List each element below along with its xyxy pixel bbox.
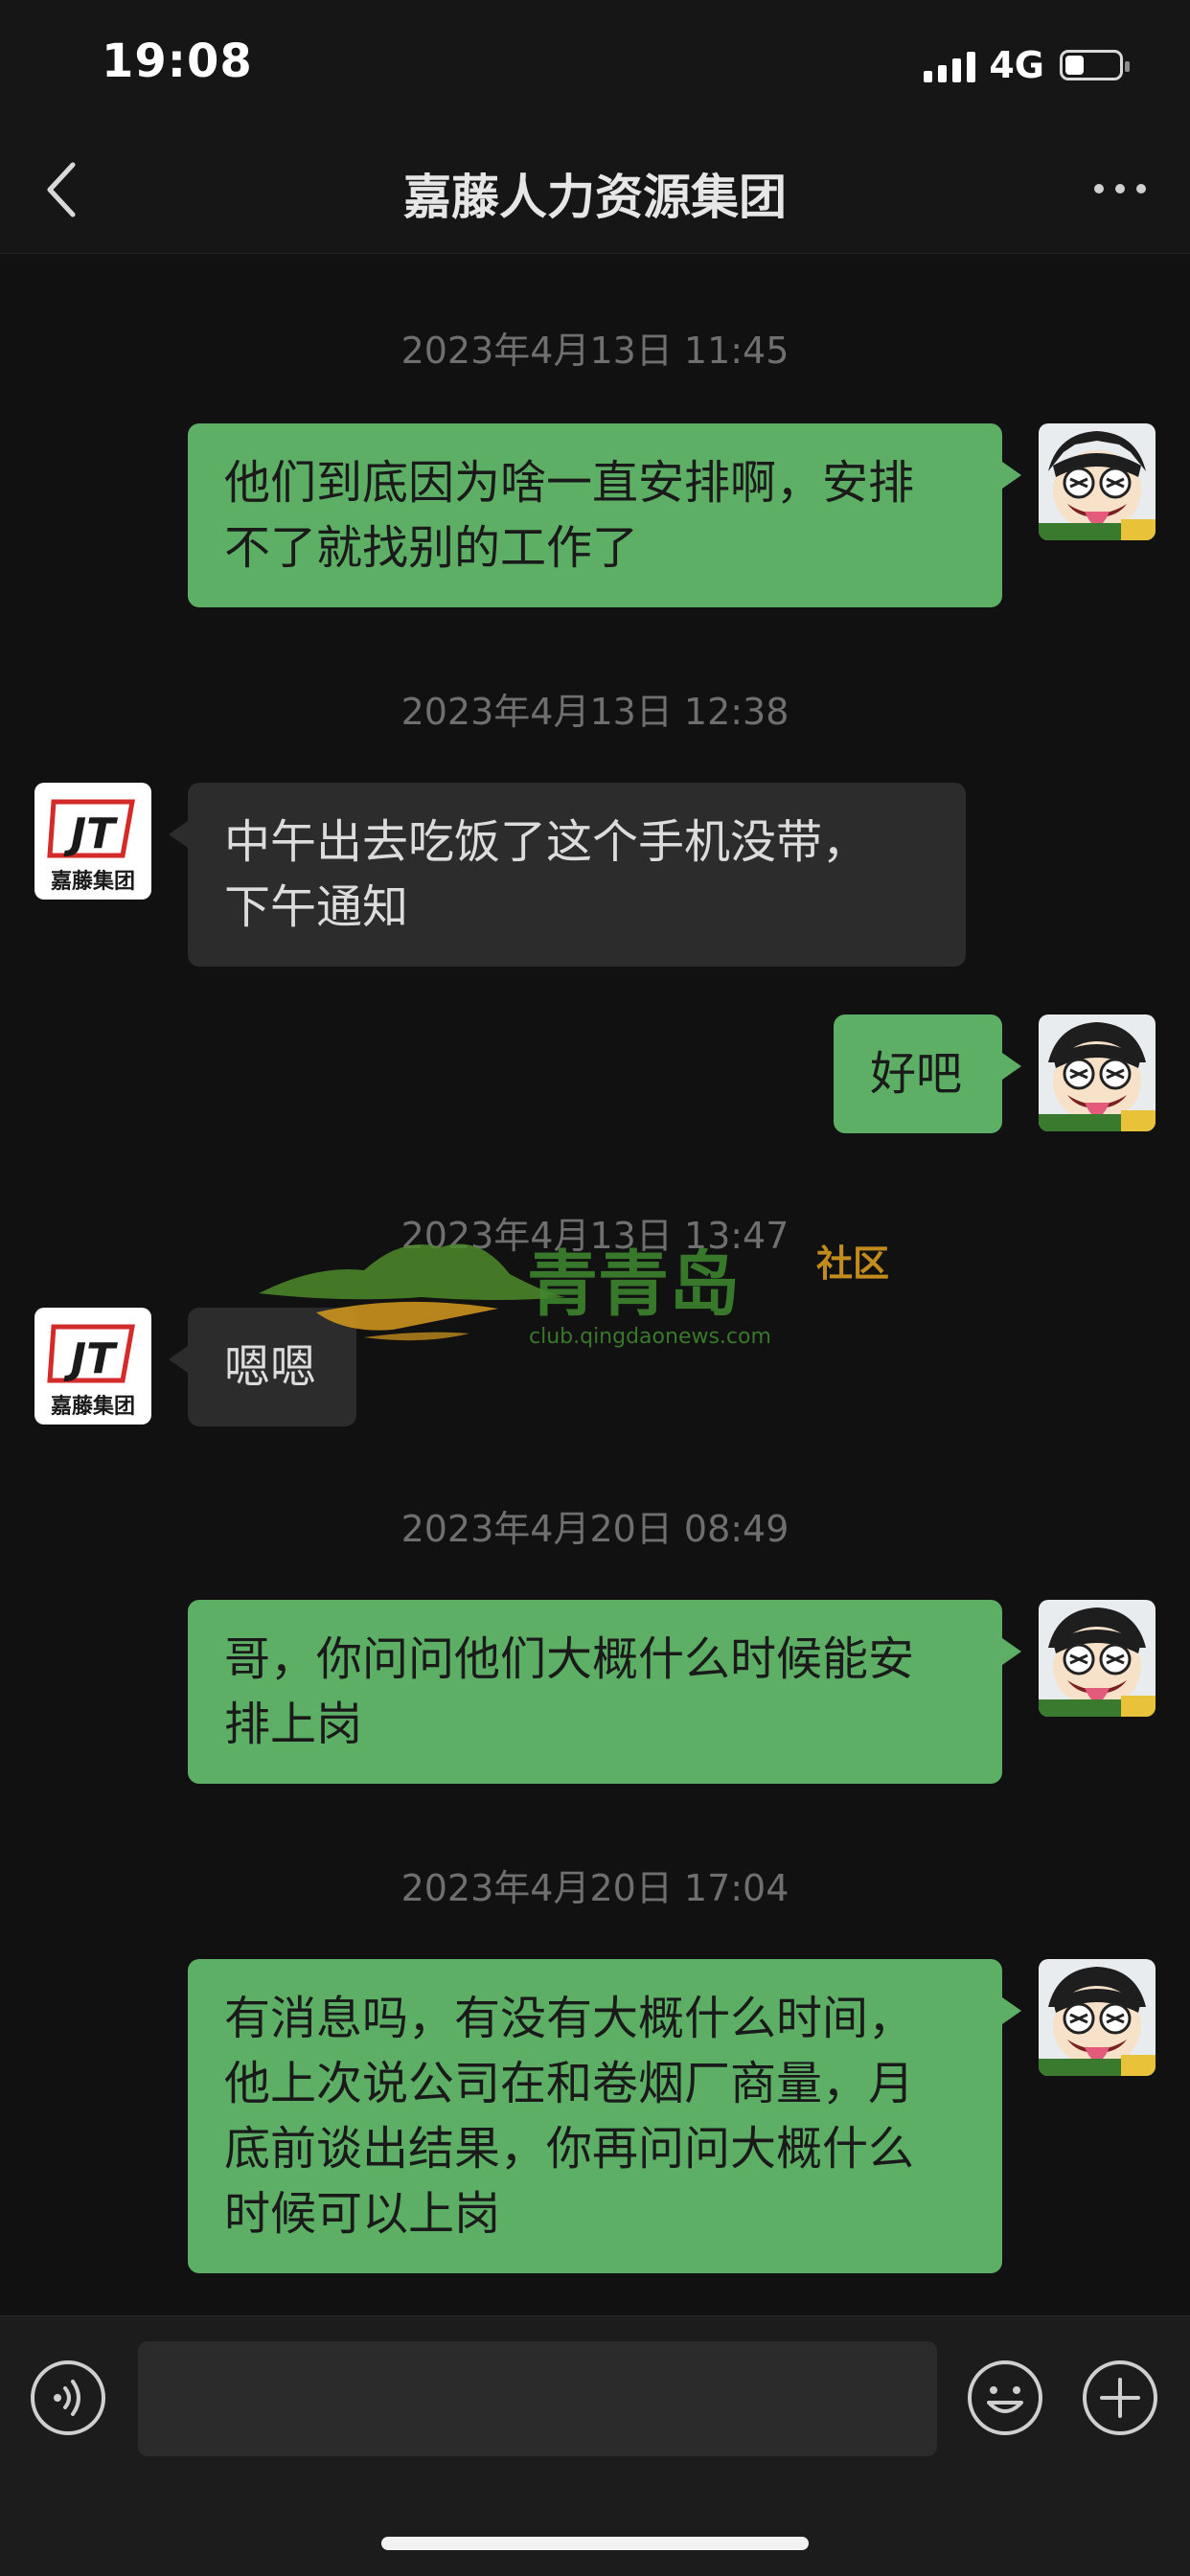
sent-message-bubble[interactable]: 好吧 bbox=[834, 1014, 1021, 1133]
cartoon-face-icon bbox=[1039, 1600, 1156, 1717]
message-timestamp: 2023年4月13日 13:47 bbox=[400, 1215, 790, 1257]
chat-title: 嘉藤人力资源集团 bbox=[403, 170, 787, 225]
voice-icon[interactable] bbox=[29, 2359, 107, 2437]
signal-icon bbox=[924, 48, 976, 82]
cartoon-face-icon bbox=[1039, 1014, 1156, 1131]
contact-avatar[interactable]: JT 嘉藤集团 bbox=[34, 1308, 151, 1425]
message-timestamp: 2023年4月13日 11:45 bbox=[400, 330, 790, 372]
message-line: 排上岗 bbox=[224, 1698, 363, 1751]
my-avatar[interactable] bbox=[1039, 1959, 1156, 2076]
message-line: 嗯嗯 bbox=[224, 1340, 317, 1394]
my-avatar[interactable] bbox=[1039, 1014, 1156, 1131]
received-message-bubble[interactable]: 中午出去吃饭了这个手机没带， 下午通知 bbox=[169, 783, 966, 967]
company-logo-icon: JT 嘉藤集团 bbox=[34, 783, 151, 900]
my-avatar[interactable] bbox=[1039, 423, 1156, 540]
company-logo-icon: JT 嘉藤集团 bbox=[34, 1308, 151, 1425]
message-line: 好吧 bbox=[870, 1047, 963, 1101]
my-avatar[interactable] bbox=[1039, 1600, 1156, 1717]
svg-text:JT: JT bbox=[63, 809, 118, 858]
contact-avatar[interactable]: JT 嘉藤集团 bbox=[34, 783, 151, 900]
message-line: 底前谈出结果，你再问问大概什么 bbox=[224, 2122, 915, 2176]
message-input[interactable] bbox=[138, 2341, 937, 2456]
sent-message-bubble[interactable]: 有消息吗，有没有大概什么时间， 他上次说公司在和卷烟厂商量，月 底前谈出结果，你… bbox=[188, 1959, 1021, 2273]
svg-text:嘉藤集团: 嘉藤集团 bbox=[51, 1394, 135, 1419]
svg-text:嘉藤集团: 嘉藤集团 bbox=[51, 869, 135, 894]
message-timestamp: 2023年4月20日 17:04 bbox=[400, 1867, 790, 1909]
plus-icon[interactable] bbox=[1081, 2359, 1159, 2437]
message-line: 下午通知 bbox=[224, 880, 409, 934]
message-line: 不了就找别的工作了 bbox=[224, 521, 639, 575]
cartoon-face-icon bbox=[1039, 1959, 1156, 2076]
status-bar: 19:08 4G bbox=[0, 0, 1190, 130]
received-message-bubble[interactable]: 嗯嗯 bbox=[169, 1308, 356, 1426]
chat-area[interactable]: 2023年4月13日 11:45 他们到底因为啥一直安排啊，安排 不了就找别的工… bbox=[0, 254, 1190, 2314]
message-line: 他们到底因为啥一直安排啊，安排 bbox=[224, 456, 915, 510]
emoji-icon[interactable] bbox=[966, 2359, 1044, 2437]
status-time: 19:08 bbox=[102, 34, 253, 88]
status-icons: 4G bbox=[924, 44, 1130, 86]
message-line: 哥，你问问他们大概什么时候能安 bbox=[224, 1632, 915, 1686]
more-dots-icon[interactable] bbox=[1094, 184, 1146, 194]
message-line: 中午出去吃饭了这个手机没带， bbox=[224, 815, 869, 869]
home-indicator[interactable] bbox=[381, 2537, 809, 2550]
svg-text:JT: JT bbox=[63, 1334, 118, 1383]
cartoon-face-icon bbox=[1039, 423, 1156, 540]
message-line: 时候可以上岗 bbox=[224, 2187, 501, 2241]
message-line: 他上次说公司在和卷烟厂商量，月 bbox=[224, 2057, 915, 2110]
sent-message-bubble[interactable]: 他们到底因为啥一直安排啊，安排 不了就找别的工作了 bbox=[188, 423, 1021, 607]
message-timestamp: 2023年4月20日 08:49 bbox=[400, 1508, 790, 1550]
sent-message-bubble[interactable]: 哥，你问问他们大概什么时候能安 排上岗 bbox=[188, 1600, 1021, 1784]
battery-icon bbox=[1060, 50, 1130, 80]
network-type: 4G bbox=[989, 44, 1044, 86]
message-timestamp: 2023年4月13日 12:38 bbox=[400, 691, 790, 733]
nav-bar: 嘉藤人力资源集团 bbox=[0, 130, 1190, 254]
message-line: 有消息吗，有没有大概什么时间， bbox=[224, 1992, 915, 2045]
